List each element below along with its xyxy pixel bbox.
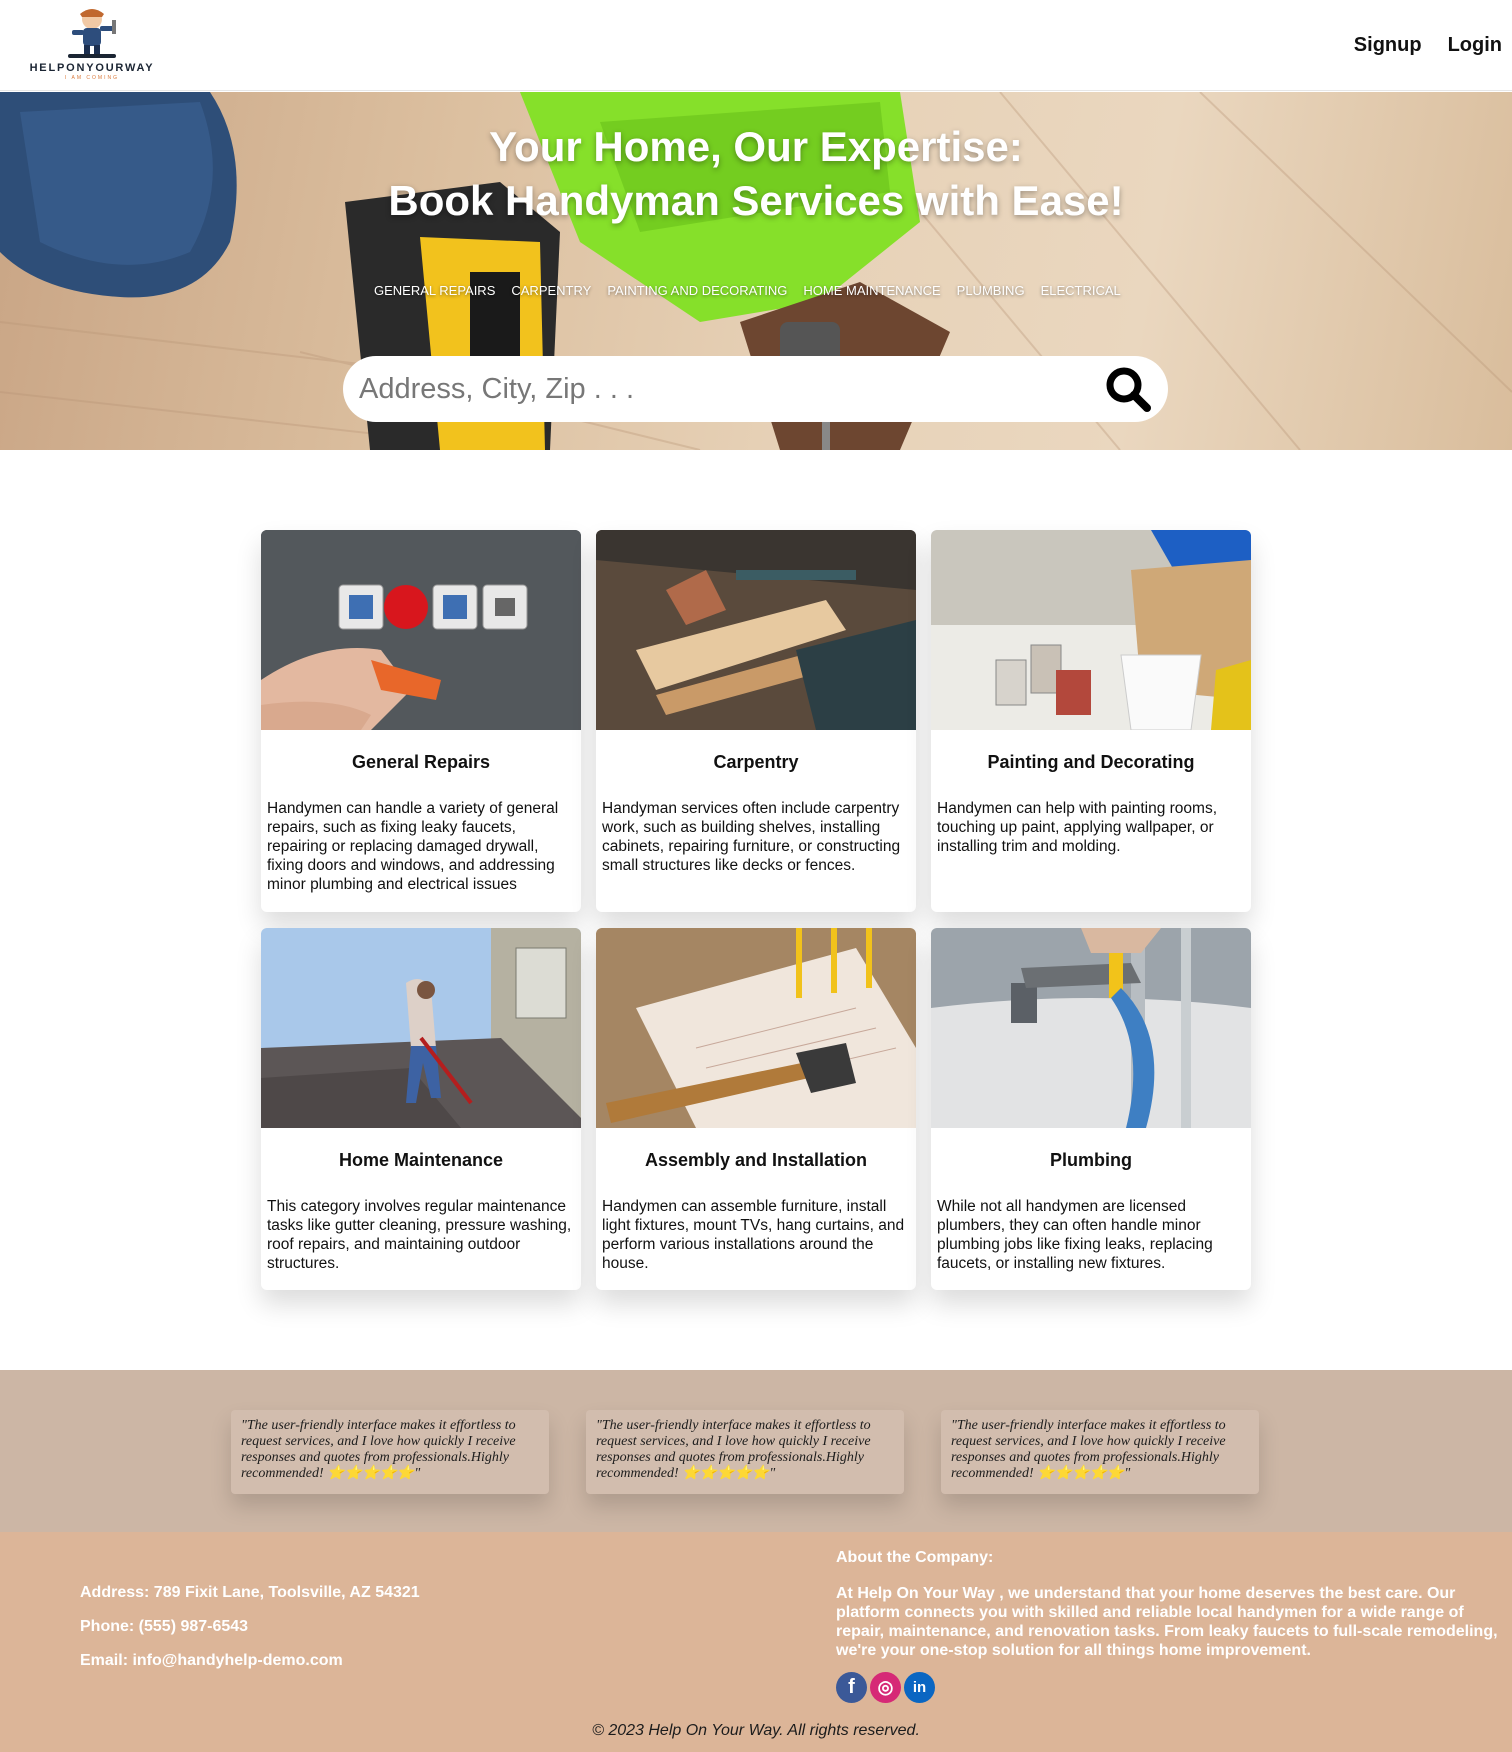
handyman-mascot-icon [68, 9, 116, 58]
category-link-carpentry[interactable]: CARPENTRY [511, 283, 591, 298]
testimonials-section: "The user-friendly interface makes it ef… [0, 1370, 1512, 1532]
assembly-installation-image [596, 928, 916, 1128]
service-description: Handymen can help with painting rooms, t… [937, 800, 1218, 855]
service-title: Carpentry [713, 752, 799, 772]
testimonial-text: "The user-friendly interface makes it ef… [951, 1418, 1226, 1481]
service-title: Home Maintenance [338, 1150, 504, 1170]
painting-decorating-image [931, 530, 1251, 730]
logo-tagline: I AM COMING [65, 75, 119, 81]
contact-address: Address: 789 Fixit Lane, Toolsville, AZ … [80, 1584, 420, 1601]
plumbing-image [931, 928, 1251, 1128]
service-card-home-maintenance[interactable]: Home Maintenance This category involves … [261, 928, 581, 1290]
category-link-plumbing[interactable]: PLUMBING [957, 283, 1025, 298]
category-link-general-repairs[interactable]: GENERAL REPAIRS [374, 283, 495, 298]
category-link-electrical[interactable]: ELECTRICAL [1041, 283, 1121, 298]
home-maintenance-image [261, 928, 581, 1128]
site-logo[interactable]: HELPONYOURWAY I AM COMING [22, 4, 162, 81]
service-title: Painting and Decorating [987, 752, 1195, 772]
service-description: This category involves regular maintenan… [267, 1198, 572, 1272]
signup-link[interactable]: Signup [1354, 34, 1422, 57]
category-link-painting-decorating[interactable]: PAINTING AND DECORATING [607, 283, 787, 298]
service-description: Handymen can handle a variety of general… [267, 800, 559, 893]
service-title: General Repairs [351, 752, 491, 772]
site-footer: Address: 789 Fixit Lane, Toolsville, AZ … [0, 1532, 1512, 1752]
testimonial-text: "The user-friendly interface makes it ef… [596, 1418, 871, 1481]
service-card-carpentry[interactable]: Carpentry Handyman services often includ… [596, 530, 916, 912]
about-text: At Help On Your Way , we understand that… [836, 1585, 1498, 1659]
search-icon[interactable] [1103, 364, 1153, 414]
contact-info: Address: 789 Fixit Lane, Toolsville, AZ … [80, 1584, 420, 1686]
service-description: While not all handymen are licensed plum… [937, 1198, 1213, 1272]
testimonial-text: "The user-friendly interface makes it ef… [241, 1418, 516, 1481]
service-description: Handyman services often include carpentr… [602, 800, 901, 874]
linkedin-icon[interactable]: in [904, 1672, 935, 1703]
service-card-painting-decorating[interactable]: Painting and Decorating Handymen can hel… [931, 530, 1251, 912]
logo-text: HELPONYOURWAY [29, 62, 155, 74]
service-card-general-repairs[interactable]: General Repairs Handymen can handle a va… [261, 530, 581, 912]
copyright-text: © 2023 Help On Your Way. All rights rese… [592, 1722, 920, 1739]
hero-title: Your Home, Our Expertise: Book Handyman … [0, 120, 1512, 228]
about-heading: About the Company: [836, 1549, 994, 1566]
facebook-icon[interactable]: f [836, 1672, 867, 1703]
site-header: HELPONYOURWAY I AM COMING Signup Login [0, 0, 1512, 91]
service-description: Handymen can assemble furniture, install… [602, 1198, 905, 1272]
login-link[interactable]: Login [1448, 34, 1502, 57]
contact-phone[interactable]: Phone: (555) 987-6543 [80, 1618, 420, 1636]
service-title: Assembly and Installation [644, 1150, 868, 1170]
service-title: Plumbing [1050, 1150, 1132, 1170]
general-repairs-image [261, 530, 581, 730]
search-input[interactable] [359, 366, 1079, 412]
testimonial-card: "The user-friendly interface makes it ef… [231, 1410, 549, 1494]
carpentry-image [596, 530, 916, 730]
testimonial-card: "The user-friendly interface makes it ef… [941, 1410, 1259, 1494]
hero-title-line-2: Book Handyman Services with Ease! [388, 177, 1124, 224]
top-nav: Signup Login [1354, 34, 1502, 57]
service-card-assembly-installation[interactable]: Assembly and Installation Handymen can a… [596, 928, 916, 1290]
service-card-plumbing[interactable]: Plumbing While not all handymen are lice… [931, 928, 1251, 1290]
search-bar [343, 356, 1168, 422]
hero-title-line-1: Your Home, Our Expertise: [489, 123, 1023, 170]
social-links: f ◎ in [836, 1672, 935, 1703]
category-link-home-maintenance[interactable]: HOME MAINTENANCE [803, 283, 940, 298]
hero-category-links: GENERAL REPAIRS CARPENTRY PAINTING AND D… [374, 283, 1121, 298]
instagram-icon[interactable]: ◎ [870, 1672, 901, 1703]
testimonial-card: "The user-friendly interface makes it ef… [586, 1410, 904, 1494]
contact-email[interactable]: Email: info@handyhelp-demo.com [80, 1652, 420, 1670]
about-company: About the Company: At Help On Your Way ,… [836, 1548, 1512, 1660]
hero-banner: Your Home, Our Expertise: Book Handyman … [0, 92, 1512, 450]
